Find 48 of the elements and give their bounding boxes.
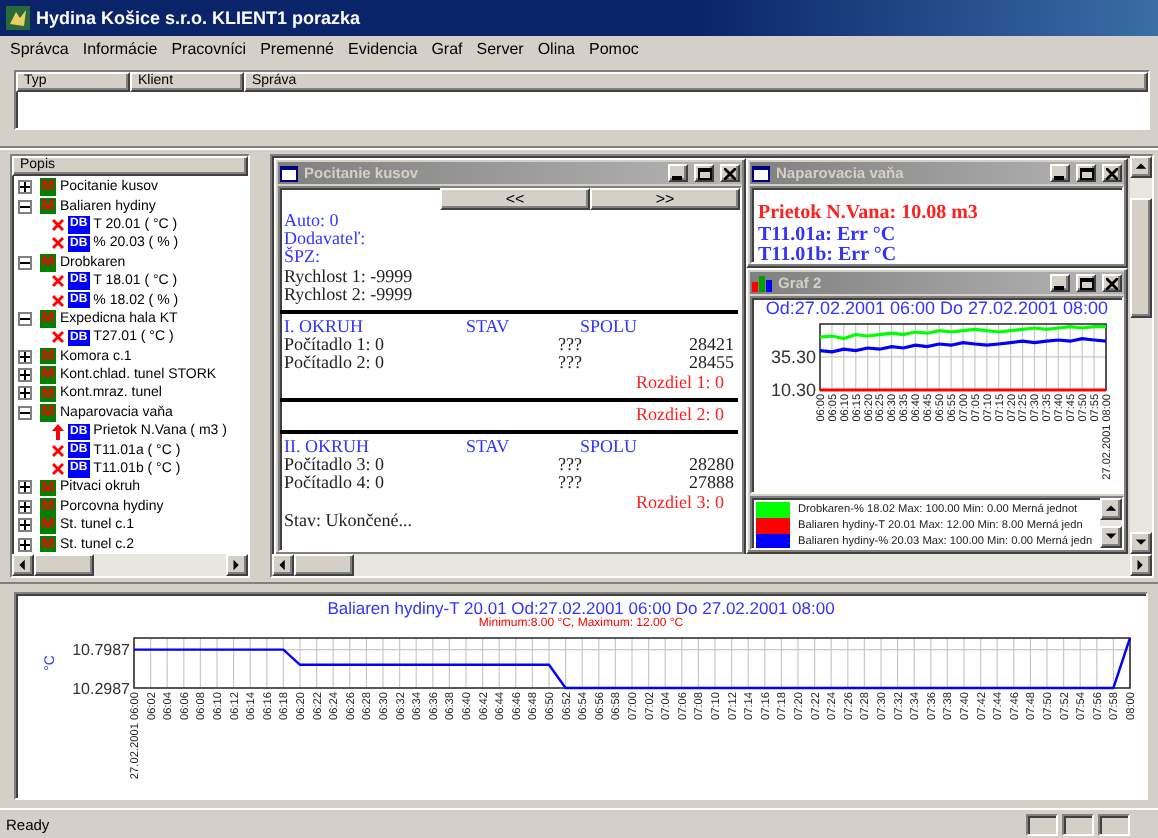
counter-cell-text: Počítadlo 4: 0 xyxy=(284,474,386,494)
menu-item[interactable]: Pracovníci xyxy=(171,40,247,58)
window-title: Hydina Košice s.r.o. KLIENT1 porazka xyxy=(36,8,361,28)
difference-value: Rozdiel 2: 0 xyxy=(634,405,726,425)
counter-cell-text: Počítadlo 2: 0 xyxy=(284,354,386,374)
status-line: Auto: 0 xyxy=(284,212,341,231)
counter-cell-text: ??? xyxy=(558,456,584,475)
section-heading: STAV xyxy=(466,438,512,457)
section-heading: SPOLU xyxy=(580,318,640,337)
difference-value: Rozdiel 3: 0 xyxy=(634,493,726,512)
menu-item[interactable]: Graf xyxy=(431,40,463,58)
status-line: Dodavateľ: xyxy=(284,230,368,249)
counter-cell: 28421 xyxy=(689,336,734,355)
difference-value: Rozdiel 1: 0 xyxy=(634,373,726,392)
counter-cell-text: ??? xyxy=(558,354,584,374)
y-tick-label: 10.7987 xyxy=(71,641,129,660)
section-heading: SPOLU xyxy=(580,438,640,457)
section-heading: STAV xyxy=(466,318,512,337)
status-line: Stav: Ukončené... xyxy=(284,511,414,531)
chart-title: Baliaren hydiny-T 20.01 Od:27.02.2001 06:00 Do 27.02.2001 08:00 xyxy=(327,598,835,618)
menu-item[interactable]: Správca xyxy=(10,40,69,58)
menu-item[interactable]: Olina xyxy=(537,40,575,58)
next-button[interactable]: >> xyxy=(590,188,740,210)
chart-title: Od:27.02.2001 06:00 Do 27.02.2001 08:00 xyxy=(763,298,1111,320)
section-heading: II. OKRUH xyxy=(284,438,371,457)
menu-item[interactable]: Evidencia xyxy=(348,40,418,58)
counter-cell: 27888 xyxy=(689,474,734,494)
reading-line: T11.01b: Err °C xyxy=(758,246,899,262)
reading-line: Prietok N.Vana: 10.08 m3 xyxy=(758,204,980,225)
counter-cell-text: ??? xyxy=(558,474,584,494)
status-line: Rychlost 2: -9999 xyxy=(284,285,415,305)
y-tick-label: 10.2987 xyxy=(71,679,129,698)
counter-cell-text: Počítadlo 3: 0 xyxy=(284,456,386,475)
y-tick-label: 10.30 xyxy=(770,380,816,401)
previous-button[interactable]: << xyxy=(440,188,590,210)
menu-item[interactable]: Pomoc xyxy=(589,40,639,58)
status-line: Rychlost 1: -9999 xyxy=(284,267,415,286)
counter-cell: 28280 xyxy=(689,456,734,475)
counter-cell-text: Počítadlo 1: 0 xyxy=(284,336,386,355)
menu-item[interactable]: Informácie xyxy=(82,40,158,58)
reading-line: T11.01a: Err °C xyxy=(758,225,898,246)
section-heading: I. OKRUH xyxy=(284,318,365,337)
counter-cell: 28455 xyxy=(689,354,734,374)
status-line: ŠPZ: xyxy=(284,248,323,268)
y-tick-label: 35.30 xyxy=(770,347,816,368)
menu-item[interactable]: Server xyxy=(476,40,524,58)
counter-cell-text: ??? xyxy=(558,336,584,355)
menu-item[interactable]: Premenné xyxy=(260,40,334,58)
